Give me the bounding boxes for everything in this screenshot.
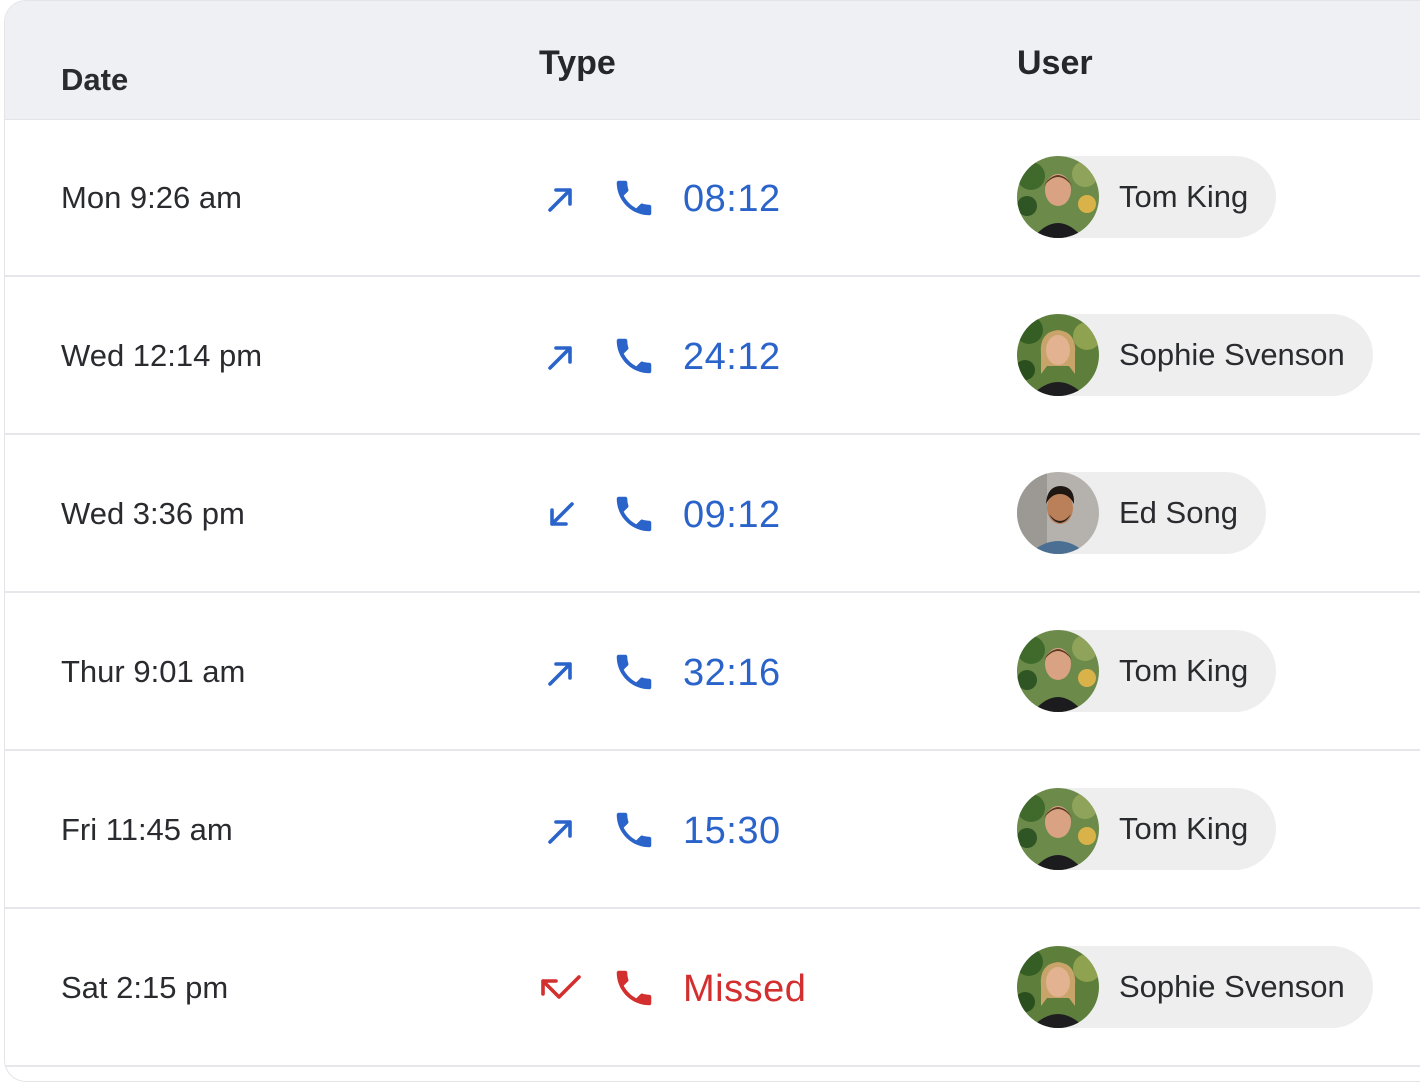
call-log-table: Date Type User Mon 9:26 am 08:12 Tom Kin…	[4, 0, 1420, 1082]
avatar	[1017, 156, 1099, 238]
user-name: Tom King	[1119, 179, 1249, 214]
call-date: Sat 2:15 pm	[61, 970, 229, 1005]
call-duration: 15:30	[683, 810, 781, 852]
avatar	[1017, 946, 1099, 1028]
user-name: Sophie Svenson	[1119, 969, 1345, 1004]
phone-icon	[616, 496, 652, 532]
call-date: Fri 11:45 am	[61, 812, 233, 847]
call-duration: 08:12	[683, 178, 781, 220]
call-duration: 24:12	[683, 336, 781, 378]
column-header-type[interactable]: Type	[539, 43, 616, 83]
user-name: Tom King	[1119, 811, 1249, 846]
call-date: Wed 12:14 pm	[61, 338, 263, 373]
incoming-arrow-icon	[550, 502, 574, 526]
call-status-missed: Missed	[683, 968, 807, 1010]
user-name: Ed Song	[1119, 495, 1238, 530]
user-name: Tom King	[1119, 653, 1249, 688]
table-row[interactable]: Sat 2:15 pm Missed Sophie Svenson	[5, 909, 1420, 1067]
phone-icon	[616, 970, 652, 1006]
user-chip[interactable]: Tom King	[1017, 788, 1277, 870]
phone-icon	[616, 338, 652, 374]
outgoing-arrow-icon	[548, 820, 572, 844]
table-header: Date Type User	[5, 1, 1420, 120]
user-name: Sophie Svenson	[1119, 337, 1345, 372]
user-chip[interactable]: Sophie Svenson	[1017, 314, 1373, 396]
avatar	[1017, 788, 1099, 870]
phone-icon	[616, 654, 652, 690]
missed-arrow-icon	[541, 975, 581, 999]
user-chip[interactable]: Tom King	[1017, 156, 1277, 238]
column-header-user[interactable]: User	[1017, 43, 1093, 83]
call-date: Thur 9:01 am	[61, 654, 246, 689]
user-chip[interactable]: Tom King	[1017, 630, 1277, 712]
avatar	[1017, 314, 1099, 396]
table-row[interactable]: Mon 9:26 am 08:12 Tom King	[5, 119, 1420, 277]
table-row[interactable]: Wed 3:36 pm 09:12 Ed Song	[5, 435, 1420, 593]
call-duration: 32:16	[683, 652, 781, 694]
phone-icon	[616, 812, 652, 848]
outgoing-arrow-icon	[548, 662, 572, 686]
user-chip[interactable]: Sophie Svenson	[1017, 946, 1373, 1028]
table-row[interactable]: Fri 11:45 am 15:30 Tom King	[5, 751, 1420, 909]
table-row[interactable]: Thur 9:01 am 32:16 Tom King	[5, 593, 1420, 751]
call-duration: 09:12	[683, 494, 781, 536]
avatar	[1017, 630, 1099, 712]
phone-icon	[616, 180, 652, 216]
call-date: Mon 9:26 am	[61, 180, 242, 215]
outgoing-arrow-icon	[548, 188, 572, 212]
table-row[interactable]: Wed 12:14 pm 24:12 Sophie Svenson	[5, 277, 1420, 435]
avatar	[1017, 472, 1099, 554]
outgoing-arrow-icon	[548, 346, 572, 370]
user-chip[interactable]: Ed Song	[1017, 472, 1266, 554]
call-date: Wed 3:36 pm	[61, 496, 245, 531]
column-header-date[interactable]: Date	[61, 61, 128, 99]
